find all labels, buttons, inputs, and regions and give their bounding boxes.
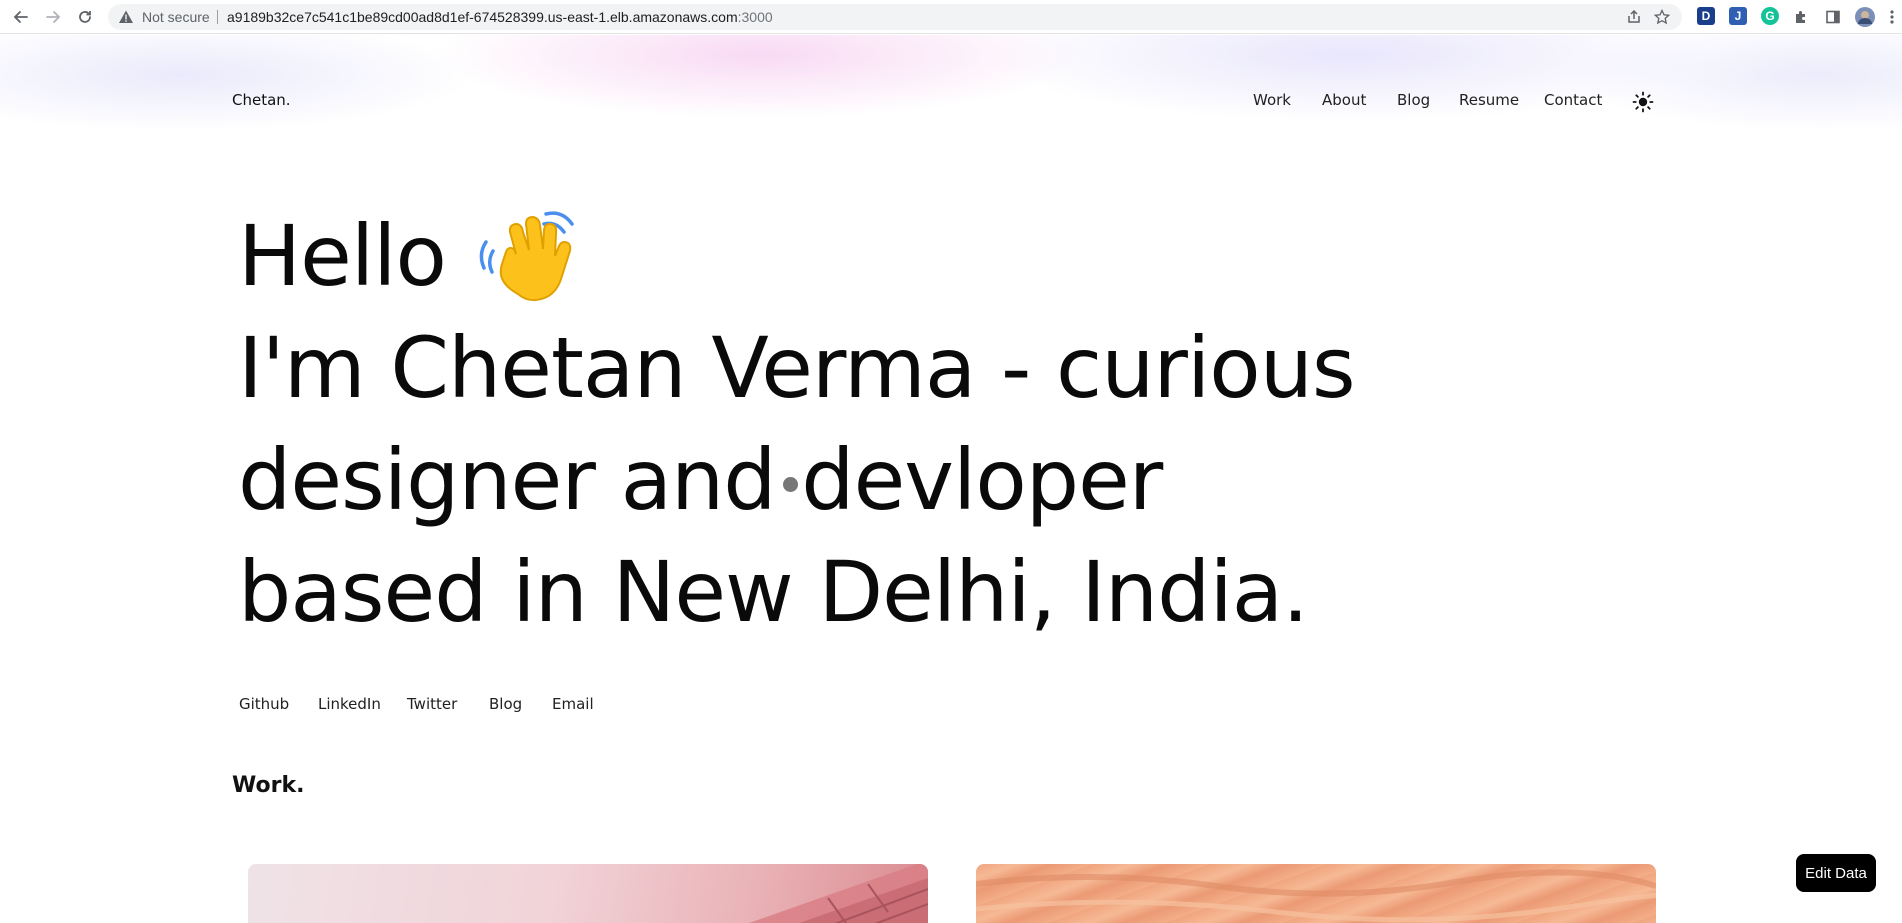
page: Chetan. Work About Blog Resume Contact H…: [0, 35, 1902, 923]
site-logo[interactable]: Chetan.: [232, 91, 291, 109]
warning-icon[interactable]: [118, 9, 134, 29]
work-card-1-image: [749, 864, 928, 923]
work-section-title: Work.: [232, 773, 305, 798]
nav-blog[interactable]: Blog: [1397, 91, 1430, 109]
waving-hand-icon: [476, 206, 586, 306]
share-icon[interactable]: [1626, 9, 1642, 29]
grammarly-icon[interactable]: G: [1761, 7, 1779, 25]
nav-about[interactable]: About: [1322, 91, 1366, 109]
mouse-cursor-dot: [783, 477, 798, 492]
nav-work[interactable]: Work: [1253, 91, 1291, 109]
address-bar[interactable]: Not secure a9189b32ce7c541c1be89cd00ad8d…: [108, 4, 1682, 30]
work-card-2-image: [976, 869, 1656, 923]
forward-icon[interactable]: [42, 6, 64, 28]
nav-contact[interactable]: Contact: [1544, 91, 1602, 109]
hero-heading: Hello I'm Chetan Verma - curious designe…: [238, 200, 1356, 648]
reload-icon[interactable]: [74, 6, 96, 28]
work-card-2[interactable]: [976, 864, 1656, 923]
url-text[interactable]: a9189b32ce7c541c1be89cd00ad8d1ef-6745283…: [227, 9, 773, 25]
work-card-1[interactable]: [248, 864, 928, 923]
browser-toolbar: Not secure a9189b32ce7c541c1be89cd00ad8d…: [0, 0, 1902, 34]
social-link-email[interactable]: Email: [552, 695, 594, 713]
edit-data-button[interactable]: Edit Data: [1796, 854, 1876, 892]
social-link-github[interactable]: Github: [239, 695, 289, 713]
security-label[interactable]: Not secure: [142, 9, 210, 25]
omnibox-divider: [217, 10, 218, 24]
extensions-puzzle-icon[interactable]: [1790, 6, 1812, 28]
social-link-blog[interactable]: Blog: [489, 695, 522, 713]
nav-resume[interactable]: Resume: [1459, 91, 1519, 109]
browser-menu-icon[interactable]: [1886, 6, 1898, 28]
bookmark-star-icon[interactable]: [1653, 8, 1671, 29]
extension-j-icon[interactable]: J: [1729, 7, 1747, 25]
social-link-linkedin[interactable]: LinkedIn: [318, 695, 381, 713]
theme-toggle-sun-icon[interactable]: [1632, 91, 1654, 113]
hero-line-1: Hello: [238, 200, 1355, 312]
hero-hello: Hello: [238, 207, 447, 305]
profile-avatar[interactable]: [1854, 6, 1876, 28]
side-panel-icon[interactable]: [1822, 6, 1844, 28]
back-icon[interactable]: [10, 6, 32, 28]
social-link-twitter[interactable]: Twitter: [407, 695, 457, 713]
extension-d-icon[interactable]: D: [1697, 7, 1715, 25]
hero-line-4: based in New Delhi, India.: [238, 543, 1309, 641]
header-gradient-glow: [0, 35, 1902, 205]
hero-line-2: I'm Chetan Verma - curious: [238, 319, 1356, 417]
